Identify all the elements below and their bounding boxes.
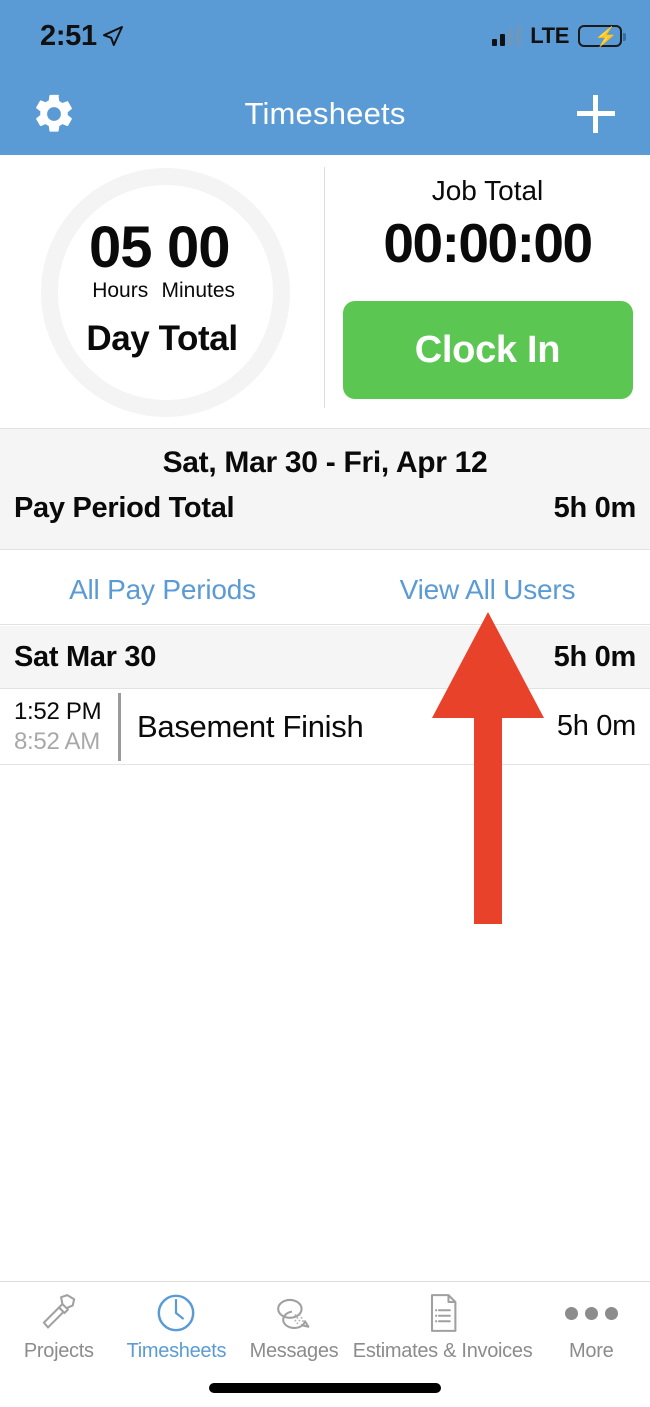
tab-label-projects: Projects — [23, 1340, 94, 1362]
tab-label-more: More — [569, 1340, 614, 1362]
entry-duration: 5h 0m — [556, 710, 636, 742]
plus-icon — [577, 94, 615, 133]
job-total-summary: Job Total 00:00:00 Clock In — [325, 155, 650, 428]
gear-icon — [36, 94, 72, 132]
minutes-value: 00 — [166, 215, 231, 281]
day-total-time: 05 Hours 00 Minutes — [89, 218, 235, 302]
tab-label-timesheets: Timesheets — [126, 1340, 227, 1362]
hours-label: Hours — [92, 278, 149, 302]
entry-times: 1:52 PM 8:52 AM — [0, 698, 118, 756]
status-bar-left: 2:51 — [40, 20, 125, 53]
day-group-date: Sat Mar 30 — [14, 640, 157, 673]
status-bar-right: LTE ⚡ — [492, 23, 626, 49]
all-pay-periods-link[interactable]: All Pay Periods — [0, 555, 325, 624]
timer-panel: 05 Hours 00 Minutes Day Total Job Total … — [0, 155, 650, 428]
tab-projects[interactable]: Projects — [0, 1290, 118, 1363]
tab-more[interactable]: More — [532, 1290, 650, 1363]
pay-period-total-label: Pay Period Total — [14, 492, 235, 524]
entry-time-in: 8:52 AM — [14, 727, 100, 755]
battery-charging-icon: ⚡ — [578, 25, 626, 48]
minutes-label: Minutes — [161, 278, 236, 302]
day-total-summary: 05 Hours 00 Minutes Day Total — [0, 155, 324, 428]
tab-timesheets[interactable]: Timesheets — [118, 1290, 236, 1363]
navigation-bar: Timesheets — [0, 72, 650, 155]
links-row: All Pay Periods View All Users — [0, 555, 650, 625]
home-indicator — [209, 1383, 441, 1393]
pay-period-range: Sat, Mar 30 - Fri, Apr 12 — [162, 446, 488, 479]
status-time: 2:51 — [40, 19, 97, 52]
hammer-icon — [37, 1290, 81, 1336]
add-timesheet-button[interactable] — [568, 86, 624, 142]
ellipsis-icon — [564, 1290, 618, 1336]
pay-period-summary: Sat, Mar 30 - Fri, Apr 12 Pay Period Tot… — [0, 428, 650, 550]
day-group-total: 5h 0m — [553, 640, 637, 673]
tab-label-estimates-invoices: Estimates & Invoices — [352, 1340, 533, 1362]
clock-icon — [154, 1290, 198, 1336]
tab-estimates-invoices[interactable]: Estimates & Invoices — [353, 1290, 533, 1363]
entry-time-out: 1:52 PM — [14, 697, 102, 725]
job-total-label: Job Total — [431, 175, 544, 206]
clock-in-button[interactable]: Clock In — [342, 301, 633, 399]
day-total-label: Day Total — [86, 318, 238, 358]
entry-divider — [118, 692, 121, 761]
status-bar: 2:51 LTE ⚡ — [0, 0, 650, 72]
app-screen: 2:51 LTE ⚡ Timesheets 05 Hours 00 Minute… — [0, 0, 650, 1407]
location-arrow-icon — [102, 26, 123, 46]
job-total-value: 00:00:00 — [383, 212, 593, 274]
pay-period-total-row: Pay Period Total 5h 0m — [0, 492, 650, 549]
network-type-label: LTE — [530, 23, 569, 48]
cellular-signal-icon — [492, 25, 522, 46]
table-row[interactable]: 1:52 PM 8:52 AM Basement Finish 5h 0m — [0, 689, 650, 765]
settings-button[interactable] — [26, 86, 82, 142]
hours-value: 05 — [88, 215, 153, 281]
document-list-icon — [421, 1290, 465, 1336]
pay-period-total-value: 5h 0m — [553, 492, 637, 524]
entry-job-name: Basement Finish — [137, 708, 364, 744]
tab-label-messages: Messages — [249, 1340, 339, 1362]
tab-messages[interactable]: Messages — [235, 1290, 353, 1363]
page-title: Timesheets — [244, 95, 406, 131]
chat-bubbles-icon — [272, 1290, 316, 1336]
view-all-users-link[interactable]: View All Users — [325, 555, 650, 624]
day-group-header: Sat Mar 30 5h 0m — [0, 626, 650, 689]
